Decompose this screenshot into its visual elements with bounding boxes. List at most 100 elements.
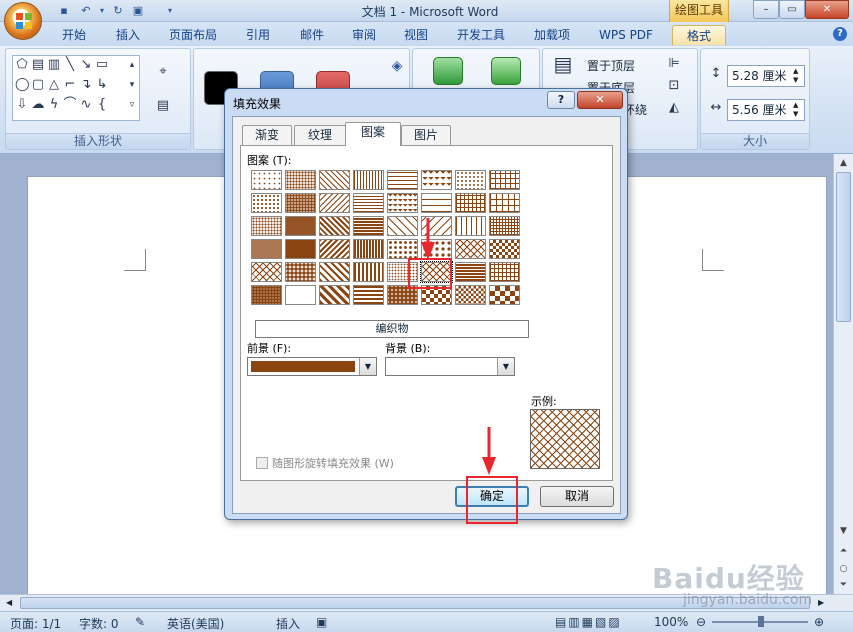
tab-format[interactable]: 格式 xyxy=(672,25,726,45)
pattern-swatch[interactable] xyxy=(319,262,350,282)
customize-toolbar-icon[interactable]: ▾ xyxy=(162,3,178,18)
next-page-icon[interactable]: ⏷ xyxy=(836,578,851,593)
tab-developer[interactable]: 开发工具 xyxy=(448,25,514,45)
macro-record-icon[interactable]: ▣ xyxy=(316,615,327,629)
fill-color-icon[interactable]: ◈ xyxy=(390,59,404,73)
tab-wps-pdf[interactable]: WPS PDF xyxy=(590,25,662,45)
scroll-thumb[interactable] xyxy=(836,172,851,322)
word-count[interactable]: 字数: 0 xyxy=(79,615,119,632)
cancel-button[interactable]: 取消 xyxy=(540,486,614,507)
bring-to-front-button[interactable]: 置于顶层 xyxy=(587,57,635,74)
print-preview-icon[interactable]: ▣ xyxy=(130,3,146,18)
pattern-swatch[interactable] xyxy=(251,262,282,282)
zoom-out-icon[interactable]: ⊖ xyxy=(696,615,706,629)
shapes-gallery[interactable]: ⬠ ▤ ▥ ╲ ↘ ▭ ◯ ▢ △ ⌐ ↴ ↳ ⇩ ☁ ϟ ⌒ ∿ { ▴ ▾ … xyxy=(12,55,140,121)
zoom-level[interactable]: 100% xyxy=(654,615,688,629)
pattern-swatch[interactable] xyxy=(319,239,350,259)
tab-home[interactable]: 开始 xyxy=(52,25,96,45)
cloud-shape-icon[interactable]: ☁ xyxy=(31,98,45,112)
tab-references[interactable]: 引用 xyxy=(236,25,280,45)
pattern-swatch[interactable] xyxy=(387,193,418,213)
pattern-swatch[interactable] xyxy=(455,239,486,259)
edit-shape-icon[interactable]: ⌖ xyxy=(156,65,170,79)
pattern-swatch[interactable] xyxy=(489,193,520,213)
pattern-swatch[interactable] xyxy=(285,216,316,236)
pattern-swatch[interactable] xyxy=(319,193,350,213)
elbow-arrow-icon[interactable]: ↴ xyxy=(79,78,93,92)
pattern-swatch[interactable] xyxy=(285,285,316,305)
gallery-more-icon[interactable]: ▿ xyxy=(125,98,139,112)
pattern-swatch[interactable] xyxy=(455,285,486,305)
position-icon[interactable]: ▤ xyxy=(551,54,575,89)
zoom-slider-thumb[interactable] xyxy=(758,616,764,627)
pattern-swatch[interactable] xyxy=(353,285,384,305)
shadow-effects-icon[interactable] xyxy=(433,57,463,85)
scroll-right-icon[interactable]: ▶ xyxy=(818,598,824,607)
pattern-swatch[interactable] xyxy=(353,239,384,259)
curve-shape-icon[interactable]: ∿ xyxy=(79,98,93,112)
pattern-swatch[interactable] xyxy=(251,193,282,213)
zoom-in-icon[interactable]: ⊕ xyxy=(814,615,824,629)
tab-picture[interactable]: 图片 xyxy=(401,125,451,145)
bent-arrow-icon[interactable]: ↳ xyxy=(95,78,109,92)
previous-page-icon[interactable]: ⏶ xyxy=(836,544,851,559)
pattern-swatch[interactable] xyxy=(353,216,384,236)
pattern-swatch[interactable] xyxy=(421,170,452,190)
down-arrow-shape-icon[interactable]: ⇩ xyxy=(15,98,29,112)
rotate-icon[interactable]: ◭ xyxy=(667,101,681,115)
foreground-dropdown-icon[interactable]: ▼ xyxy=(359,358,376,375)
maximize-button[interactable]: ▭ xyxy=(779,0,805,19)
shape-height-input[interactable]: 5.28 厘米 ▲ ▼ xyxy=(727,65,805,87)
undo-dropdown-icon[interactable]: ▾ xyxy=(94,3,110,18)
pattern-swatch[interactable] xyxy=(489,170,520,190)
pattern-swatch[interactable] xyxy=(353,193,384,213)
3d-effects-icon[interactable] xyxy=(491,57,521,85)
pattern-swatch[interactable] xyxy=(489,216,520,236)
width-spinner-icon[interactable]: ▲ ▼ xyxy=(793,101,802,119)
insert-mode[interactable]: 插入 xyxy=(276,615,300,632)
pattern-swatch[interactable] xyxy=(421,193,452,213)
pattern-swatch[interactable] xyxy=(489,239,520,259)
dialog-close-button[interactable]: ✕ xyxy=(577,91,623,109)
align-icon[interactable]: ⊫ xyxy=(667,57,681,71)
rotate-checkbox[interactable] xyxy=(256,457,268,469)
tab-insert[interactable]: 插入 xyxy=(106,25,150,45)
rotate-with-shape-option[interactable]: 随图形旋转填充效果 (W) xyxy=(256,455,394,471)
brace-shape-icon[interactable]: { xyxy=(95,98,109,112)
dialog-help-button[interactable]: ? xyxy=(547,91,575,109)
pattern-swatch[interactable] xyxy=(285,193,316,213)
save-icon[interactable]: ▪ xyxy=(56,3,72,18)
pattern-swatch[interactable] xyxy=(251,170,282,190)
pattern-swatch[interactable] xyxy=(251,239,282,259)
vertical-textbox-icon[interactable]: ▥ xyxy=(47,58,61,72)
triangle-shape-icon[interactable]: △ xyxy=(47,78,61,92)
tab-addins[interactable]: 加载项 xyxy=(524,25,580,45)
gallery-up-icon[interactable]: ▴ xyxy=(125,58,139,72)
pattern-swatch[interactable] xyxy=(285,239,316,259)
group-icon[interactable]: ⊡ xyxy=(667,79,681,93)
browse-object-icon[interactable]: ○ xyxy=(836,562,851,577)
view-buttons-icon[interactable]: ▤▥▦▧▨ xyxy=(555,615,622,629)
rounded-rect-shape-icon[interactable]: ▢ xyxy=(31,78,45,92)
pattern-swatch[interactable] xyxy=(489,285,520,305)
pattern-swatch[interactable] xyxy=(387,216,418,236)
pattern-swatch[interactable] xyxy=(319,216,350,236)
background-dropdown-icon[interactable]: ▼ xyxy=(497,358,514,375)
proofing-icon[interactable]: ✎ xyxy=(135,615,145,629)
line-shape-icon[interactable]: ╲ xyxy=(63,58,77,72)
arc-shape-icon[interactable]: ⌒ xyxy=(63,98,77,112)
pattern-swatch[interactable] xyxy=(285,170,316,190)
help-icon[interactable]: ? xyxy=(833,27,847,41)
pattern-swatch[interactable] xyxy=(353,170,384,190)
pattern-swatch[interactable] xyxy=(251,216,282,236)
text-box-icon[interactable]: ▤ xyxy=(156,99,170,113)
oval-shape-icon[interactable]: ◯ xyxy=(15,78,30,92)
gallery-down-icon[interactable]: ▾ xyxy=(125,78,139,92)
scroll-down-icon[interactable]: ▼ xyxy=(836,524,851,539)
foreground-select[interactable]: ▼ xyxy=(247,357,377,376)
tab-mailings[interactable]: 邮件 xyxy=(290,25,334,45)
pattern-swatch[interactable] xyxy=(387,239,418,259)
pattern-swatch[interactable] xyxy=(319,285,350,305)
undo-icon[interactable]: ↶ xyxy=(78,3,94,18)
pattern-swatch[interactable] xyxy=(387,170,418,190)
